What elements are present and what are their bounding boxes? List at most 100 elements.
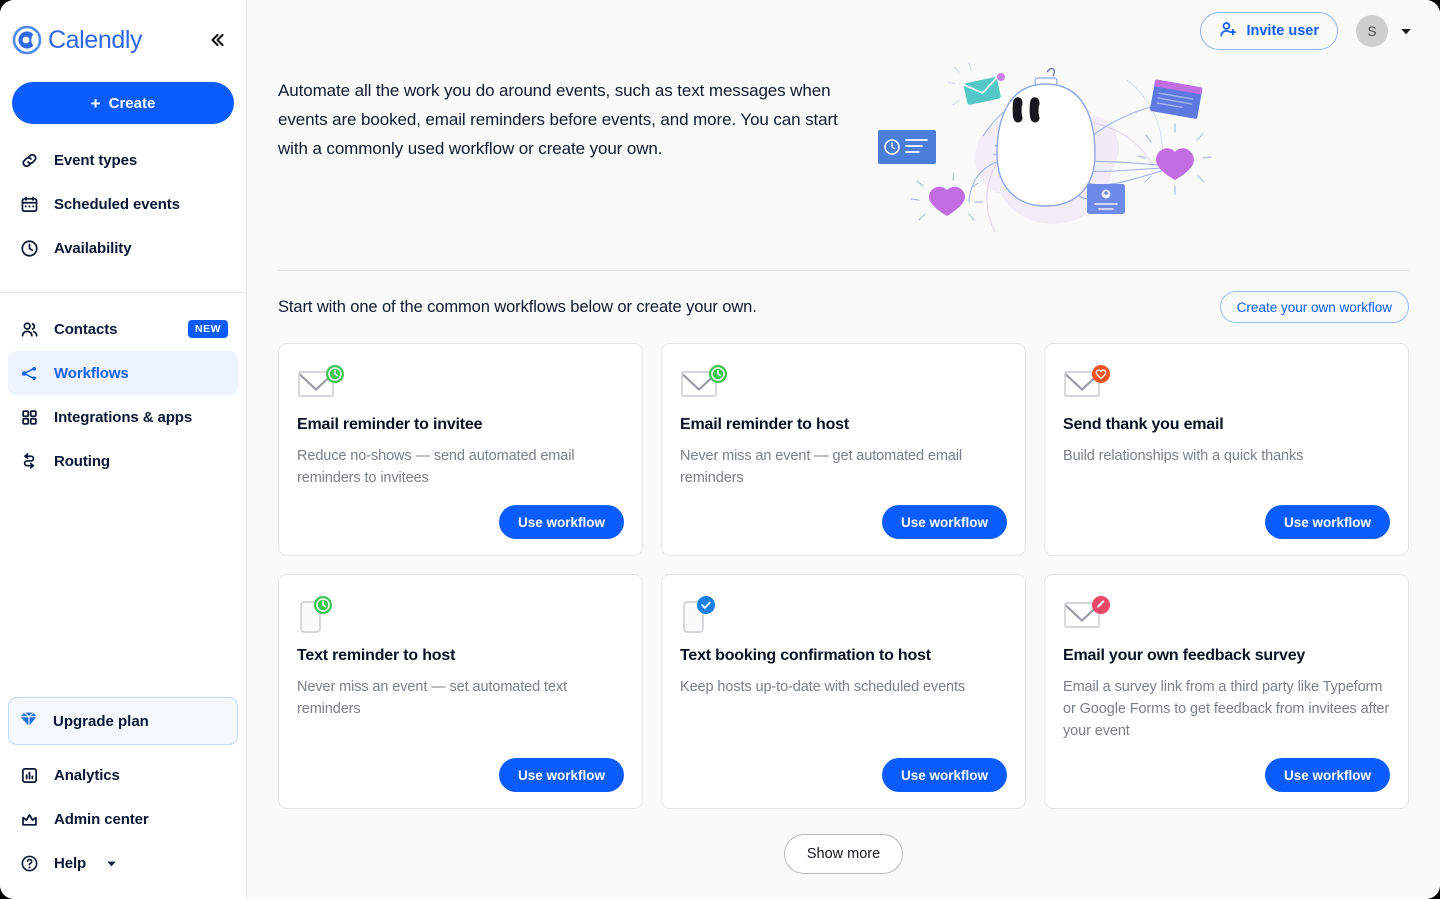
use-workflow-button[interactable]: Use workflow: [499, 758, 624, 792]
bar-chart-icon: [18, 764, 40, 786]
sidebar-item-label: Integrations & apps: [54, 409, 192, 426]
card-description: Build relationships with a quick thanks: [1063, 445, 1390, 467]
workflow-card[interactable]: Text reminder to host Never miss an even…: [278, 574, 643, 809]
people-icon: [18, 318, 40, 340]
card-title: Email your own feedback survey: [1063, 647, 1390, 665]
sidebar-item-label: Help: [54, 855, 86, 872]
sidebar-item-label: Event types: [54, 152, 137, 169]
sidebar-item-label: Workflows: [54, 365, 129, 382]
calendly-logo-icon: [12, 25, 42, 55]
workflow-card[interactable]: Send thank you email Build relationships…: [1044, 343, 1409, 556]
workflow-card[interactable]: Text booking confirmation to host Keep h…: [661, 574, 1026, 809]
sidebar-item-routing[interactable]: Routing: [8, 439, 238, 483]
card-actions: Use workflow: [680, 742, 1007, 792]
sidebar-header: Calendly: [0, 0, 246, 62]
sidebar-item-event-types[interactable]: Event types: [8, 138, 238, 182]
use-workflow-button[interactable]: Use workflow: [1265, 758, 1390, 792]
sidebar-item-availability[interactable]: Availability: [8, 226, 238, 270]
plus-icon: +: [91, 95, 101, 112]
diamond-icon: [19, 709, 39, 734]
section-title: Start with one of the common workflows b…: [278, 298, 757, 317]
caret-down-icon[interactable]: [1398, 25, 1414, 37]
create-button[interactable]: + Create: [12, 82, 234, 124]
brand-name: Calendly: [48, 26, 142, 55]
envelope-icon: [680, 364, 1007, 408]
workflow-nodes-icon: [18, 362, 40, 384]
card-actions: Use workflow: [1063, 489, 1390, 539]
caret-down-icon: [106, 858, 117, 869]
card-actions: Use workflow: [680, 489, 1007, 539]
sidebar-item-analytics[interactable]: Analytics: [8, 753, 238, 797]
envelope-icon: [1063, 364, 1390, 408]
invite-user-button[interactable]: Invite user: [1200, 12, 1338, 50]
sidebar-item-integrations-apps[interactable]: Integrations & apps: [8, 395, 238, 439]
workflow-robot-illustration: [875, 62, 1220, 242]
avatar[interactable]: S: [1356, 15, 1388, 47]
sidebar-item-label: Admin center: [54, 811, 149, 828]
hero-section: Automate all the work you do around even…: [247, 62, 1440, 242]
sidebar-item-upgrade-plan[interactable]: Upgrade plan: [8, 697, 238, 745]
sidebar: Calendly + Create Event types: [0, 0, 247, 899]
sidebar-item-workflows[interactable]: Workflows: [8, 351, 238, 395]
link-icon: [18, 149, 40, 171]
card-actions: Use workflow: [1063, 742, 1390, 792]
clock-icon: [18, 237, 40, 259]
routing-arrows-icon: [18, 450, 40, 472]
main-content: Invite user S Automate all the work you …: [247, 0, 1440, 899]
user-plus-icon: [1219, 20, 1238, 43]
card-description: Reduce no-shows — send automated email r…: [297, 445, 624, 489]
divider: [278, 270, 1409, 271]
envelope-icon: [297, 364, 624, 408]
sidebar-item-label: Upgrade plan: [53, 713, 149, 730]
card-description: Never miss an event — set automated text…: [297, 676, 624, 720]
topbar: Invite user S: [247, 0, 1440, 62]
card-title: Email reminder to invitee: [297, 416, 624, 434]
card-description: Never miss an event — get automated emai…: [680, 445, 1007, 489]
card-title: Email reminder to host: [680, 416, 1007, 434]
sidebar-item-help[interactable]: Help: [8, 841, 238, 885]
section-header: Start with one of the common workflows b…: [247, 291, 1440, 323]
workflow-card[interactable]: Email reminder to host Never miss an eve…: [661, 343, 1026, 556]
sidebar-primary-nav: Event types Scheduled events: [0, 124, 246, 270]
create-your-own-workflow-button[interactable]: Create your own workflow: [1220, 291, 1409, 323]
sidebar-footer: Upgrade plan Analytics Admin center: [0, 697, 246, 899]
sidebar-item-label: Contacts: [54, 321, 117, 338]
sidebar-item-contacts[interactable]: Contacts NEW: [8, 307, 238, 351]
sidebar-item-admin-center[interactable]: Admin center: [8, 797, 238, 841]
workflow-card[interactable]: Email your own feedback survey Email a s…: [1044, 574, 1409, 809]
card-title: Text reminder to host: [297, 647, 624, 665]
create-button-label: Create: [109, 95, 156, 112]
use-workflow-button[interactable]: Use workflow: [882, 758, 1007, 792]
crown-icon: [18, 808, 40, 830]
card-actions: Use workflow: [297, 742, 624, 792]
app-window: Calendly + Create Event types: [0, 0, 1440, 899]
chevron-double-left-icon[interactable]: [204, 27, 230, 53]
card-title: Send thank you email: [1063, 416, 1390, 434]
status-badge: NEW: [188, 320, 228, 338]
envelope-icon: [1063, 595, 1390, 639]
sidebar-item-label: Scheduled events: [54, 196, 180, 213]
sidebar-item-label: Analytics: [54, 767, 120, 784]
card-description: Keep hosts up-to-date with scheduled eve…: [680, 676, 1007, 698]
card-description: Email a survey link from a third party l…: [1063, 676, 1390, 742]
card-title: Text booking confirmation to host: [680, 647, 1007, 665]
hero-paragraph: Automate all the work you do around even…: [278, 62, 868, 163]
grid-apps-icon: [18, 406, 40, 428]
workflow-card[interactable]: Email reminder to invitee Reduce no-show…: [278, 343, 643, 556]
sidebar-item-label: Availability: [54, 240, 131, 257]
phone-icon: [680, 595, 1007, 639]
card-actions: Use workflow: [297, 489, 624, 539]
invite-user-label: Invite user: [1246, 23, 1319, 39]
sidebar-item-label: Routing: [54, 453, 110, 470]
use-workflow-button[interactable]: Use workflow: [499, 505, 624, 539]
question-circle-icon: [18, 852, 40, 874]
use-workflow-button[interactable]: Use workflow: [1265, 505, 1390, 539]
show-more-row: Show more: [247, 834, 1440, 874]
workflow-cards-grid: Email reminder to invitee Reduce no-show…: [247, 323, 1440, 809]
use-workflow-button[interactable]: Use workflow: [882, 505, 1007, 539]
sidebar-item-scheduled-events[interactable]: Scheduled events: [8, 182, 238, 226]
show-more-button[interactable]: Show more: [784, 834, 903, 874]
sidebar-secondary-nav: Contacts NEW Workflows: [0, 292, 246, 483]
phone-icon: [297, 595, 624, 639]
calendar-icon: [18, 193, 40, 215]
